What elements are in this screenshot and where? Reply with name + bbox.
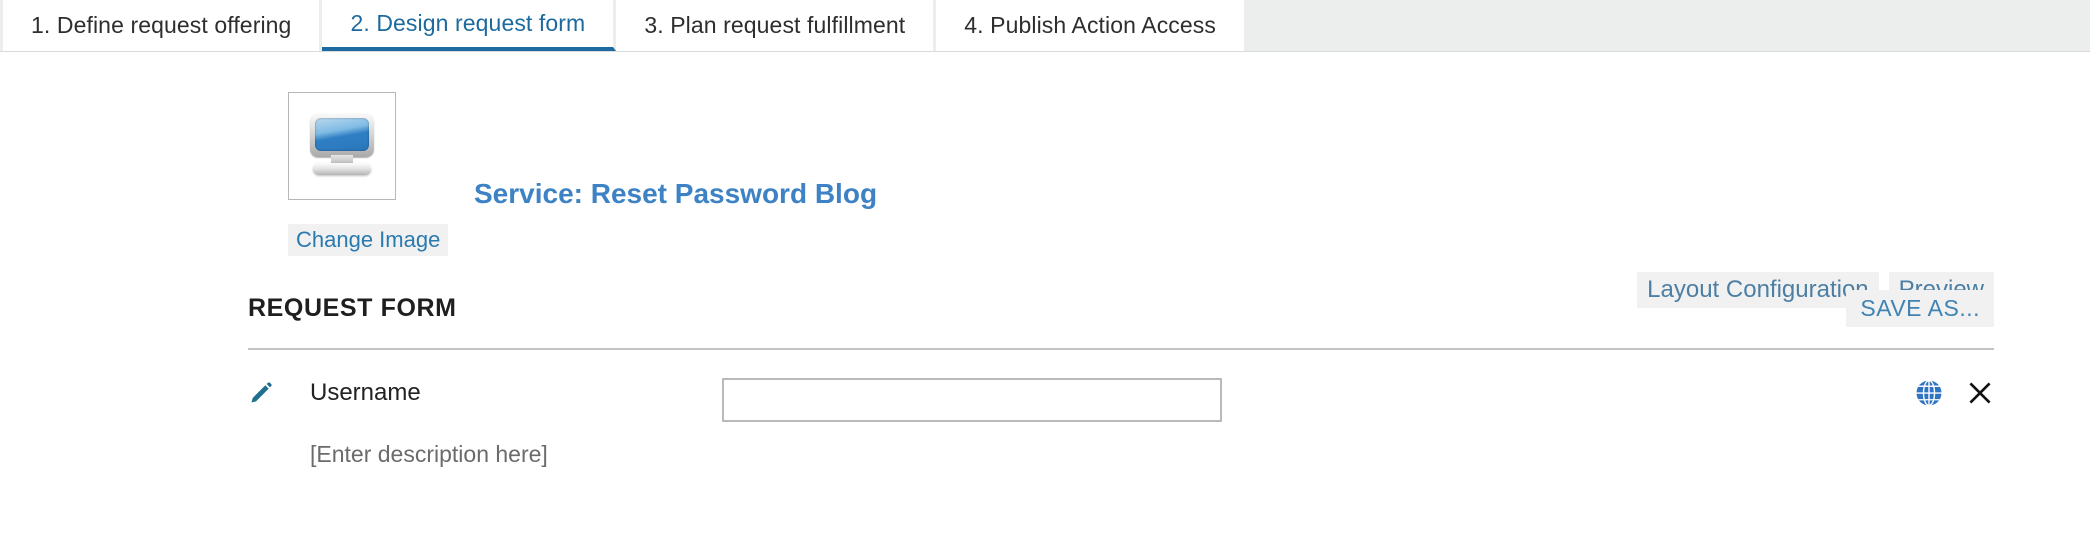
monitor-icon — [306, 113, 378, 179]
edit-field-cell — [248, 378, 310, 406]
offering-header: Change Image Service: Reset Password Blo… — [0, 52, 2090, 308]
field-label: Username — [310, 379, 421, 406]
tab-bar-filler — [1247, 0, 2090, 51]
form-field-row: Username [Enter description here] — [248, 350, 1994, 468]
tab-label: 2. Design request form — [350, 10, 586, 36]
field-input-cell — [722, 378, 1222, 422]
offering-image-block: Change Image — [288, 92, 449, 256]
page-title: Service: Reset Password Blog — [474, 178, 878, 209]
request-form-header: REQUEST FORM SAVE AS... — [248, 282, 1994, 334]
pencil-icon[interactable] — [248, 380, 274, 406]
offering-thumbnail[interactable] — [288, 92, 396, 200]
tab-label: 4. Publish Action Access — [964, 12, 1216, 38]
tab-design-request-form[interactable]: 2. Design request form — [322, 0, 617, 51]
tab-label: 1. Define request offering — [31, 12, 292, 38]
field-description: [Enter description here] — [310, 441, 548, 467]
field-text-cell: Username [Enter description here] — [310, 378, 722, 468]
page-body: Change Image Service: Reset Password Blo… — [0, 52, 2090, 468]
wizard-tab-bar: 1. Define request offering 2. Design req… — [0, 0, 2090, 52]
tab-label: 3. Plan request fulfillment — [644, 12, 906, 38]
tab-publish-action-access[interactable]: 4. Publish Action Access — [936, 0, 1247, 51]
globe-icon[interactable] — [1914, 378, 1944, 408]
monitor-screen — [315, 118, 369, 151]
close-icon[interactable] — [1966, 379, 1994, 407]
tab-plan-request-fulfillment[interactable]: 3. Plan request fulfillment — [616, 0, 937, 51]
save-as-button[interactable]: SAVE AS... — [1846, 289, 1994, 327]
section-title: REQUEST FORM — [248, 293, 457, 322]
tab-define-request-offering[interactable]: 1. Define request offering — [0, 0, 323, 51]
change-image-link[interactable]: Change Image — [288, 224, 449, 256]
monitor-base — [313, 163, 371, 175]
request-form-section: REQUEST FORM SAVE AS... Username [Enter … — [0, 282, 2090, 468]
row-action-icons — [1914, 378, 1994, 408]
username-input[interactable] — [722, 378, 1222, 422]
